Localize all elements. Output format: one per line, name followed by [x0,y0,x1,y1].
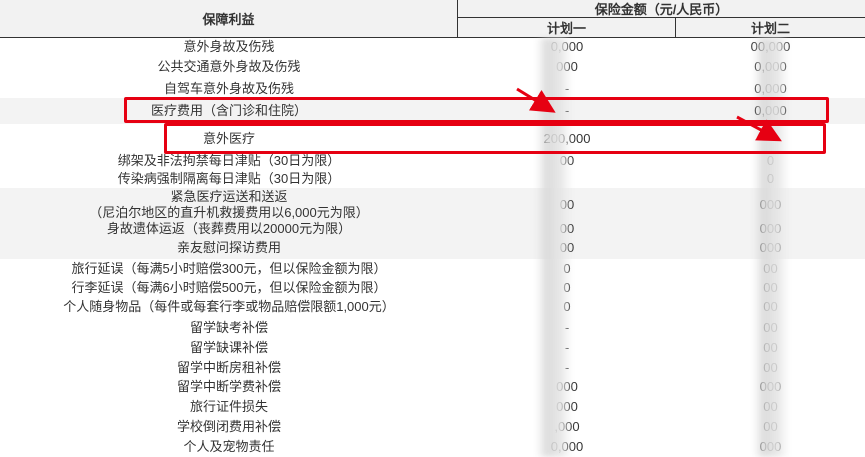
arrow-to-plan2 [736,115,782,142]
arrow-to-plan1 [516,87,556,113]
annotation-arrows [516,87,782,142]
